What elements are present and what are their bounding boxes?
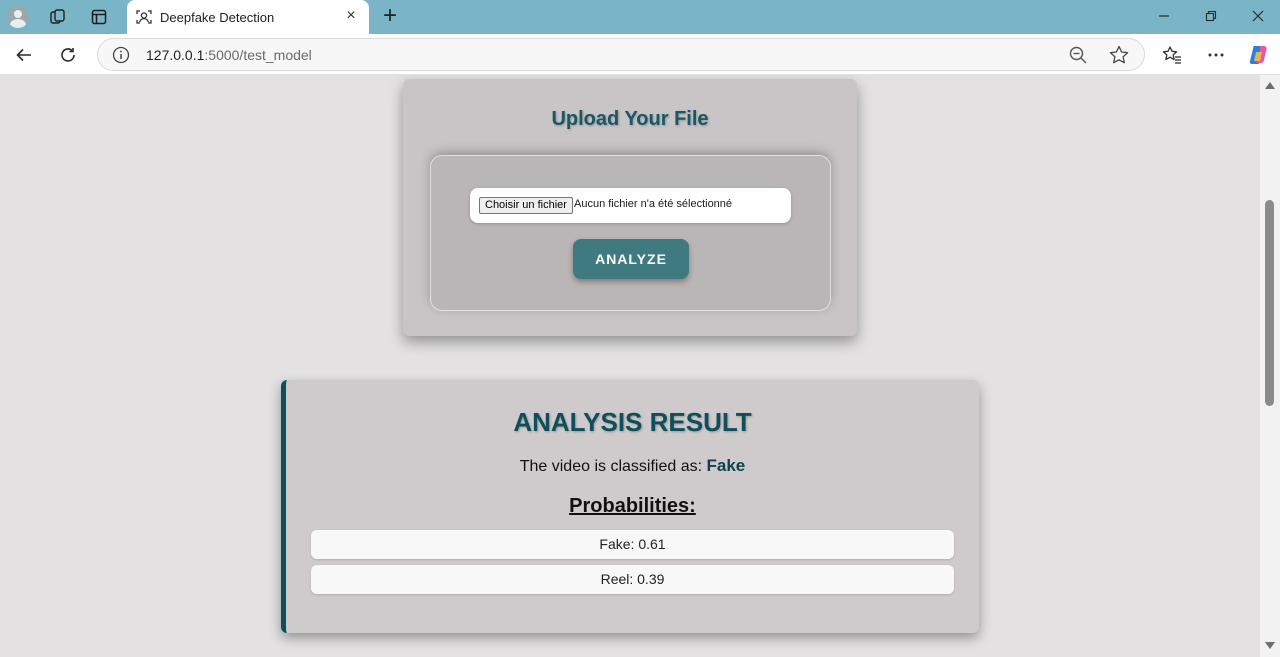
- choose-file-button[interactable]: Choisir un fichier: [479, 197, 573, 214]
- back-arrow-icon[interactable]: [12, 43, 36, 67]
- copilot-icon[interactable]: [1246, 43, 1270, 67]
- classification-value: Fake: [706, 456, 746, 475]
- file-status-text: Aucun fichier n'a été sélectionné: [574, 198, 733, 210]
- classification-line: The video is classified as: Fake: [286, 456, 979, 476]
- result-title: ANALYSIS RESULT: [513, 407, 752, 437]
- collections-icon[interactable]: [46, 5, 70, 29]
- browser-toolbar: 127.0.0.1:5000/test_model: [0, 34, 1280, 75]
- tab-actions-icon[interactable]: [87, 5, 111, 29]
- classification-prefix: The video is classified as:: [519, 458, 703, 475]
- tab-close-icon[interactable]: ×: [343, 8, 359, 24]
- probabilities-heading: Probabilities:: [569, 495, 696, 517]
- probability-row: Reel: 0.39: [311, 565, 954, 594]
- analyze-button[interactable]: ANALYZE: [573, 239, 689, 279]
- file-input[interactable]: Choisir un fichier Aucun fichier n'a été…: [470, 188, 791, 223]
- more-icon[interactable]: [1204, 43, 1228, 67]
- page-viewport: Upload Your File Choisir un fichier Aucu…: [0, 75, 1260, 657]
- browser-tab[interactable]: Deepfake Detection ×: [127, 0, 369, 34]
- scrollbar-thumb[interactable]: [1265, 200, 1274, 406]
- minimize-icon[interactable]: [1152, 4, 1176, 28]
- refresh-icon[interactable]: [56, 43, 80, 67]
- vertical-scrollbar[interactable]: [1260, 75, 1280, 657]
- upload-card: Upload Your File Choisir un fichier Aucu…: [403, 79, 857, 336]
- result-card: ANALYSIS RESULT The video is classified …: [281, 380, 979, 633]
- star-icon[interactable]: [1108, 44, 1130, 66]
- restore-icon[interactable]: [1199, 4, 1223, 28]
- zoom-out-icon[interactable]: [1068, 45, 1088, 65]
- tab-bar: Deepfake Detection × +: [0, 0, 1280, 34]
- close-window-icon[interactable]: [1246, 4, 1270, 28]
- probability-row: Fake: 0.61: [311, 530, 954, 559]
- profile-avatar-icon[interactable]: [6, 5, 30, 29]
- favorites-icon[interactable]: [1160, 43, 1184, 67]
- upload-title: Upload Your File: [551, 108, 709, 130]
- face-scan-icon: [135, 8, 153, 26]
- new-tab-plus-icon[interactable]: +: [378, 4, 402, 29]
- url-text: 127.0.0.1:5000/test_model: [146, 47, 312, 63]
- scroll-up-icon[interactable]: [1265, 82, 1275, 89]
- info-icon[interactable]: [112, 46, 130, 64]
- upload-form: Choisir un fichier Aucun fichier n'a été…: [430, 155, 831, 311]
- tab-title: Deepfake Detection: [160, 10, 275, 25]
- scroll-down-icon[interactable]: [1265, 642, 1275, 649]
- address-bar[interactable]: 127.0.0.1:5000/test_model: [97, 38, 1145, 71]
